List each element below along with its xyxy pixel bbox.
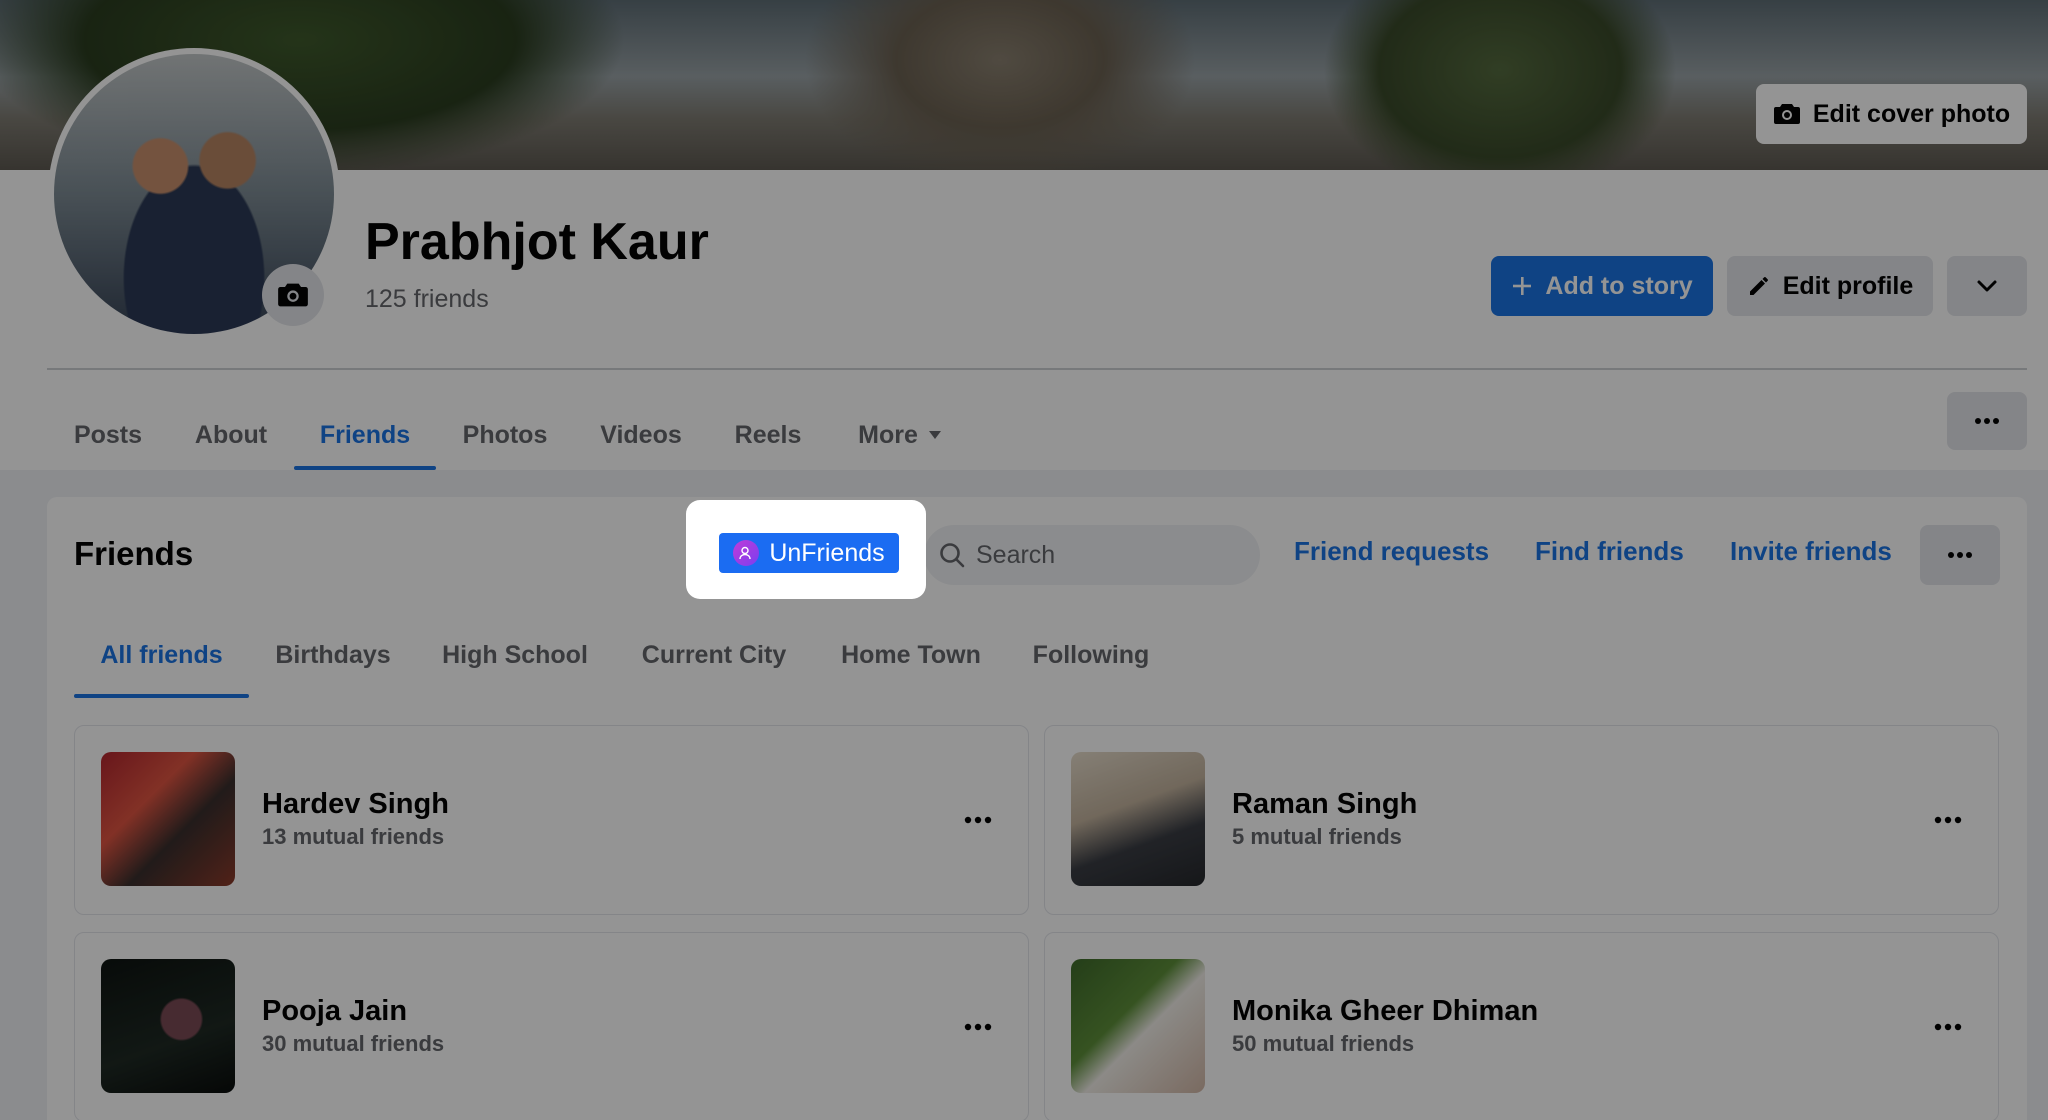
facebook-profile-page: Edit cover photo Prabhjot Kaur 125 frien… bbox=[0, 0, 2048, 1120]
unfriends-button[interactable]: UnFriends bbox=[719, 533, 899, 573]
user-icon bbox=[733, 540, 760, 566]
unfriends-label: UnFriends bbox=[769, 538, 885, 567]
dim-overlay bbox=[0, 0, 2048, 1120]
